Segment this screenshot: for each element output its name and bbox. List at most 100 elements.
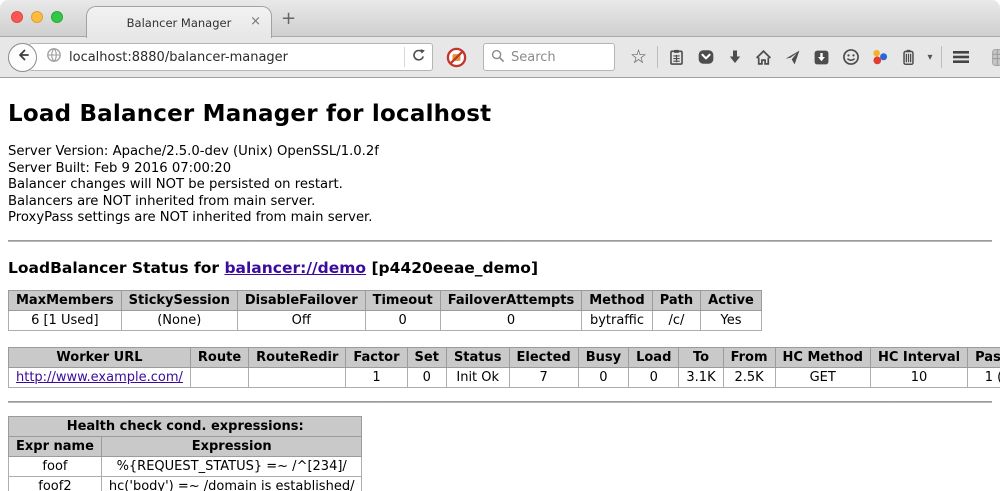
toolbar-divider: [941, 46, 942, 68]
table-cell: bytraffic: [582, 310, 652, 330]
expr-name-cell: foof: [9, 456, 102, 476]
worker-status-table: Worker URL Route RouteRedir Factor Set S…: [8, 347, 1000, 388]
worker-row: http://www.example.com/ 1 0 Init Ok 7 0 …: [9, 367, 1000, 387]
back-icon: [15, 47, 31, 67]
table-header-row: MaxMembers StickySession DisableFailover…: [9, 290, 762, 310]
worker-url-cell: http://www.example.com/: [9, 367, 191, 387]
inherit-notice-line: Balancers are NOT inherited from main se…: [8, 194, 992, 211]
bookmark-star-icon[interactable]: ☆: [625, 43, 652, 71]
table-row: foof %{REQUEST_STATUS} =~ /^[234]/: [9, 456, 362, 476]
column-header: Timeout: [365, 290, 440, 310]
balancer-heading-suffix: [p4420eeae_demo]: [366, 259, 538, 277]
section-divider: [8, 401, 992, 403]
column-header: Method: [582, 290, 652, 310]
zoom-window-button[interactable]: [51, 11, 63, 23]
search-bar[interactable]: [483, 43, 615, 71]
table-cell: GET: [775, 367, 870, 387]
column-header: Elected: [509, 347, 578, 367]
table-cell: Off: [237, 310, 365, 330]
table-cell: 7: [509, 367, 578, 387]
browser-window: Balancer Manager × +: [0, 0, 1000, 491]
table-cell: 2.5K: [723, 367, 775, 387]
titlebar: Balancer Manager × +: [0, 0, 1000, 37]
home-icon[interactable]: [750, 43, 777, 71]
column-header: Expr name: [9, 436, 102, 456]
health-table-title: Health check cond. expressions:: [9, 416, 362, 436]
back-button[interactable]: [8, 43, 37, 72]
table-cell: Init Ok: [446, 367, 509, 387]
column-header: To: [679, 347, 723, 367]
table-row: foof2 hc('body') =~ /domain is establish…: [9, 476, 362, 491]
column-header: HC Interval: [870, 347, 967, 367]
column-header: RouteRedir: [249, 347, 346, 367]
column-header: MaxMembers: [9, 290, 122, 310]
table-cell: /c/: [652, 310, 700, 330]
table-cell: Yes: [701, 310, 762, 330]
table-cell: 6 [1 Used]: [9, 310, 122, 330]
battery-icon[interactable]: [895, 43, 922, 71]
download-box-icon[interactable]: [808, 43, 835, 71]
toolbar-divider: [657, 46, 658, 68]
tab-title: Balancer Manager: [127, 16, 232, 30]
table-header-row: Expr name Expression: [9, 436, 362, 456]
navigation-toolbar: ☆ ▾: [0, 37, 1000, 78]
search-icon: [491, 48, 505, 67]
window-controls: [11, 11, 63, 23]
server-built-line: Server Built: Feb 9 2016 07:00:20: [8, 161, 992, 178]
proxypass-notice-line: ProxyPass settings are NOT inherited fro…: [8, 210, 992, 227]
overflow-chevron-icon[interactable]: ▾: [923, 52, 937, 63]
table-header-row: Worker URL Route RouteRedir Factor Set S…: [9, 347, 1000, 367]
balancer-heading: LoadBalancer Status for balancer://demo …: [8, 259, 992, 277]
colored-dots-icon[interactable]: [866, 43, 893, 71]
table-cell: 10: [870, 367, 967, 387]
table-cell: 1: [346, 367, 407, 387]
table-cell: 0: [440, 310, 582, 330]
new-tab-button[interactable]: +: [281, 8, 296, 29]
column-header: FailoverAttempts: [440, 290, 582, 310]
column-header: Active: [701, 290, 762, 310]
url-bar[interactable]: [29, 43, 433, 71]
column-header: From: [723, 347, 775, 367]
close-window-button[interactable]: [11, 11, 23, 23]
table-cell: 0: [629, 367, 679, 387]
table-cell: 0: [365, 310, 440, 330]
table-row: 6 [1 Used] (None) Off 0 0 bytraffic /c/ …: [9, 310, 762, 330]
table-cell: [190, 367, 248, 387]
column-header: Factor: [346, 347, 407, 367]
search-input[interactable]: [511, 50, 601, 65]
column-header: Load: [629, 347, 679, 367]
section-divider: [8, 240, 992, 242]
column-header: DisableFailover: [237, 290, 365, 310]
balancer-settings-table: MaxMembers StickySession DisableFailover…: [8, 290, 762, 331]
expr-name-cell: foof2: [9, 476, 102, 491]
column-header: Path: [652, 290, 700, 310]
table-cell: 0: [407, 367, 446, 387]
page-title: Load Balancer Manager for localhost: [8, 101, 992, 127]
tab-close-icon[interactable]: ×: [250, 15, 261, 29]
balancer-link[interactable]: balancer://demo: [224, 259, 366, 277]
url-input[interactable]: [69, 50, 398, 65]
clipboard-icon[interactable]: [663, 43, 690, 71]
blocker-icon[interactable]: [443, 43, 470, 71]
column-header: Set: [407, 347, 446, 367]
column-header: Passes: [968, 347, 1000, 367]
column-header: Busy: [578, 347, 628, 367]
pocket-icon[interactable]: [692, 43, 719, 71]
urlbar-divider: [404, 47, 405, 67]
reload-icon[interactable]: [411, 48, 426, 67]
server-version-line: Server Version: Apache/2.5.0-dev (Unix) …: [8, 144, 992, 161]
health-check-table: Health check cond. expressions: Expr nam…: [8, 416, 362, 491]
persist-notice-line: Balancer changes will NOT be persisted o…: [8, 177, 992, 194]
menu-hamburger-icon[interactable]: [947, 43, 974, 71]
downloads-icon[interactable]: [721, 43, 748, 71]
minimize-window-button[interactable]: [31, 11, 43, 23]
table-cell: [249, 367, 346, 387]
balancer-heading-prefix: LoadBalancer Status for: [8, 259, 224, 277]
browser-tab[interactable]: Balancer Manager ×: [86, 6, 272, 38]
expression-cell: %{REQUEST_STATUS} =~ /^[234]/: [101, 456, 362, 476]
clipper-grid-icon[interactable]: [987, 43, 1000, 71]
toolbar-right-group: [937, 43, 1000, 71]
smiley-icon[interactable]: [837, 43, 864, 71]
worker-url-link[interactable]: http://www.example.com/: [16, 370, 183, 385]
send-plane-icon[interactable]: [779, 43, 806, 71]
